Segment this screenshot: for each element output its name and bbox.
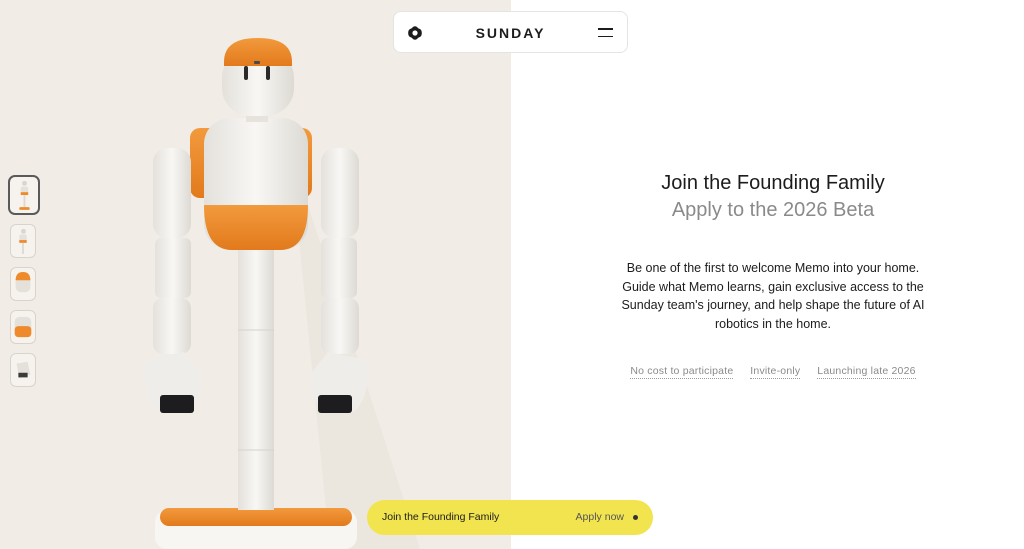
tag-no-cost[interactable]: No cost to participate — [630, 365, 734, 379]
thumbnail-front[interactable] — [8, 175, 40, 215]
brand-wordmark[interactable]: SUNDAY — [394, 25, 627, 41]
page-title: Join the Founding Family — [661, 172, 885, 194]
robot-thumbnail-icon — [16, 361, 31, 379]
robot-thumbnail-icon — [15, 272, 31, 293]
tag-invite-only[interactable]: Invite-only — [750, 365, 801, 379]
tag-launch-date[interactable]: Launching late 2026 — [817, 365, 916, 379]
feature-tags: No cost to participate Invite-only Launc… — [540, 365, 1006, 379]
top-navbar: SUNDAY — [393, 11, 628, 53]
cta-label: Join the Founding Family — [382, 511, 500, 523]
page-subtitle: Apply to the 2026 Beta — [671, 199, 875, 221]
thumbnail-hand[interactable] — [10, 353, 36, 387]
apply-now-label: Apply now — [575, 511, 624, 523]
thumbnail-head[interactable] — [10, 267, 36, 301]
robot-thumbnail-icon — [19, 229, 27, 254]
robot-thumbnail-icon — [19, 181, 30, 210]
hero-image — [0, 0, 511, 549]
robot-thumbnail-icon — [14, 316, 32, 338]
intro-paragraph: Be one of the first to welcome Memo into… — [621, 261, 925, 331]
hamburger-menu-icon[interactable] — [598, 28, 613, 39]
thumbnail-side[interactable] — [10, 224, 36, 258]
apply-cta-button[interactable]: Join the Founding Family Apply now — [367, 500, 653, 535]
robot-illustration — [144, 38, 420, 549]
thumbnail-torso[interactable] — [10, 310, 36, 344]
thumbnail-strip — [8, 175, 40, 396]
dot-icon — [633, 515, 638, 520]
